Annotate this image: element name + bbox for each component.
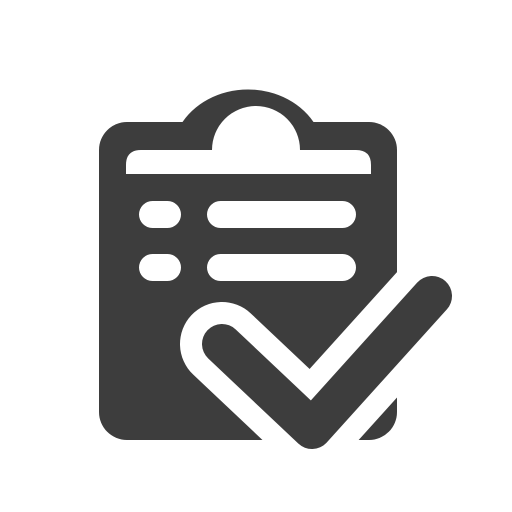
icon-canvas bbox=[0, 0, 512, 512]
clipboard-check-icon bbox=[99, 89, 452, 449]
